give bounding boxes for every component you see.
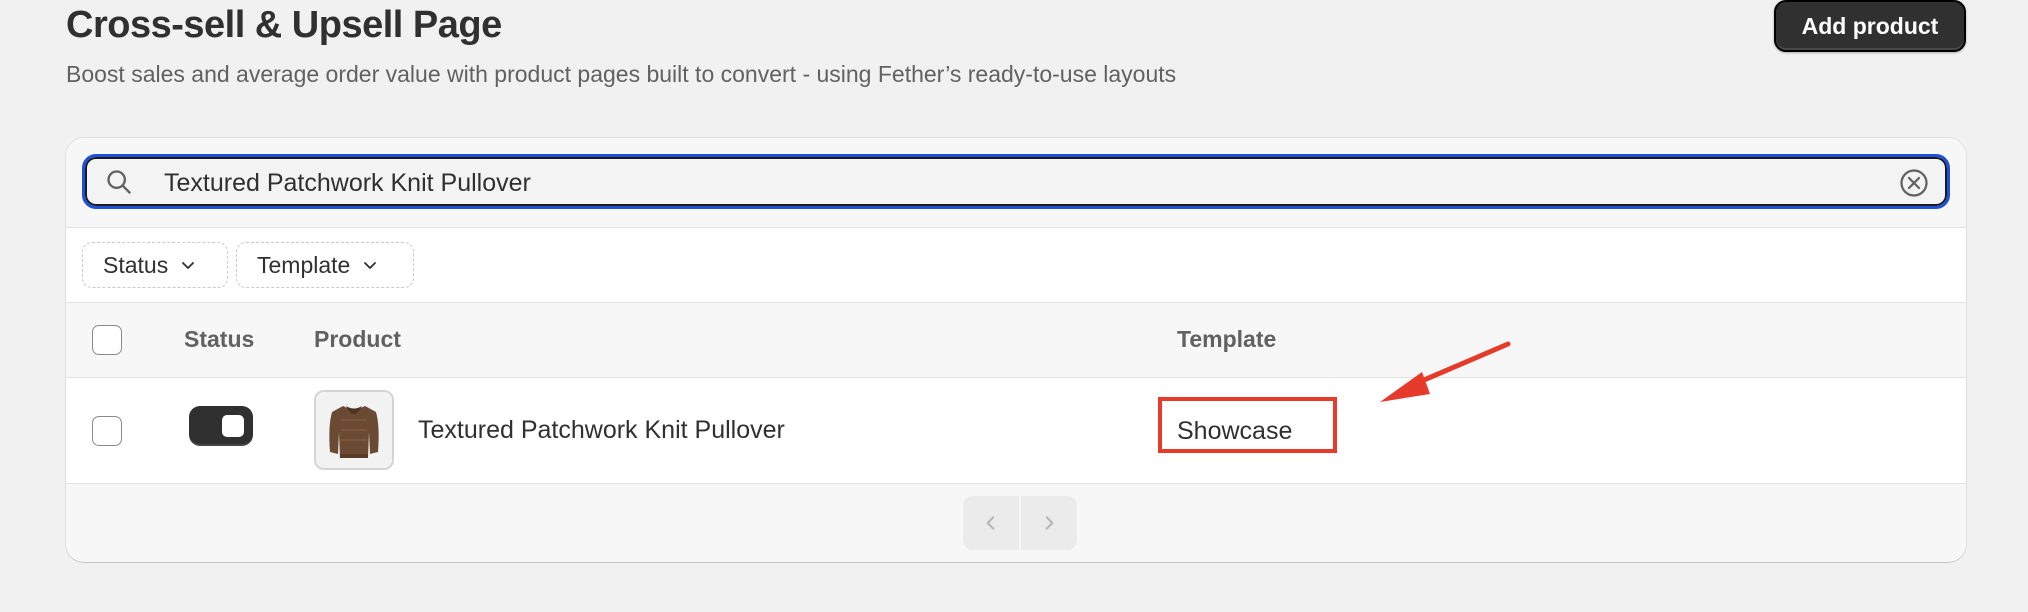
select-all-checkbox[interactable]: [92, 325, 122, 355]
filter-status[interactable]: Status: [82, 242, 228, 288]
sweater-icon: [316, 392, 392, 468]
chevron-right-icon: [1045, 516, 1054, 530]
product-name[interactable]: Textured Patchwork Knit Pullover: [418, 416, 785, 445]
clear-icon[interactable]: [1899, 168, 1929, 198]
table-row[interactable]: Textured Patchwork Knit Pullover Showcas…: [66, 378, 1966, 484]
search-bar-area: Textured Patchwork Knit Pullover: [66, 138, 1966, 228]
search-input-value: Textured Patchwork Knit Pullover: [164, 169, 531, 197]
page-subtitle: Boost sales and average order value with…: [66, 61, 1177, 87]
page: Cross-sell & Upsell Page Boost sales and…: [0, 0, 2028, 612]
table-header: Status Product Template: [66, 303, 1966, 378]
chevron-down-icon: [182, 262, 195, 269]
filter-bar: Status Template: [66, 228, 1966, 303]
page-title: Cross-sell & Upsell Page: [66, 4, 502, 46]
annotation-arrow-icon: [1380, 341, 1511, 402]
pagination: [66, 484, 1966, 562]
search-input[interactable]: Textured Patchwork Knit Pullover: [82, 154, 1950, 209]
product-thumbnail: [314, 390, 394, 470]
search-icon: [107, 170, 131, 194]
next-page-button[interactable]: [1021, 496, 1077, 550]
row-checkbox[interactable]: [92, 416, 122, 446]
filter-template[interactable]: Template: [236, 242, 414, 288]
add-product-button[interactable]: Add product: [1774, 0, 1966, 52]
status-toggle[interactable]: [189, 406, 253, 446]
previous-page-button[interactable]: [963, 496, 1019, 550]
chevron-left-icon: [986, 516, 995, 530]
chevron-down-icon: [364, 262, 377, 269]
filter-template-label: Template: [257, 251, 351, 278]
toggle-knob: [222, 415, 244, 437]
column-header-product: Product: [314, 326, 401, 352]
column-header-status: Status: [184, 326, 255, 352]
annotation-highlight-box: [1158, 397, 1337, 453]
column-header-template: Template: [1177, 326, 1277, 352]
products-card: Textured Patchwork Knit Pullover Status …: [66, 138, 1966, 562]
filter-status-label: Status: [103, 251, 169, 278]
